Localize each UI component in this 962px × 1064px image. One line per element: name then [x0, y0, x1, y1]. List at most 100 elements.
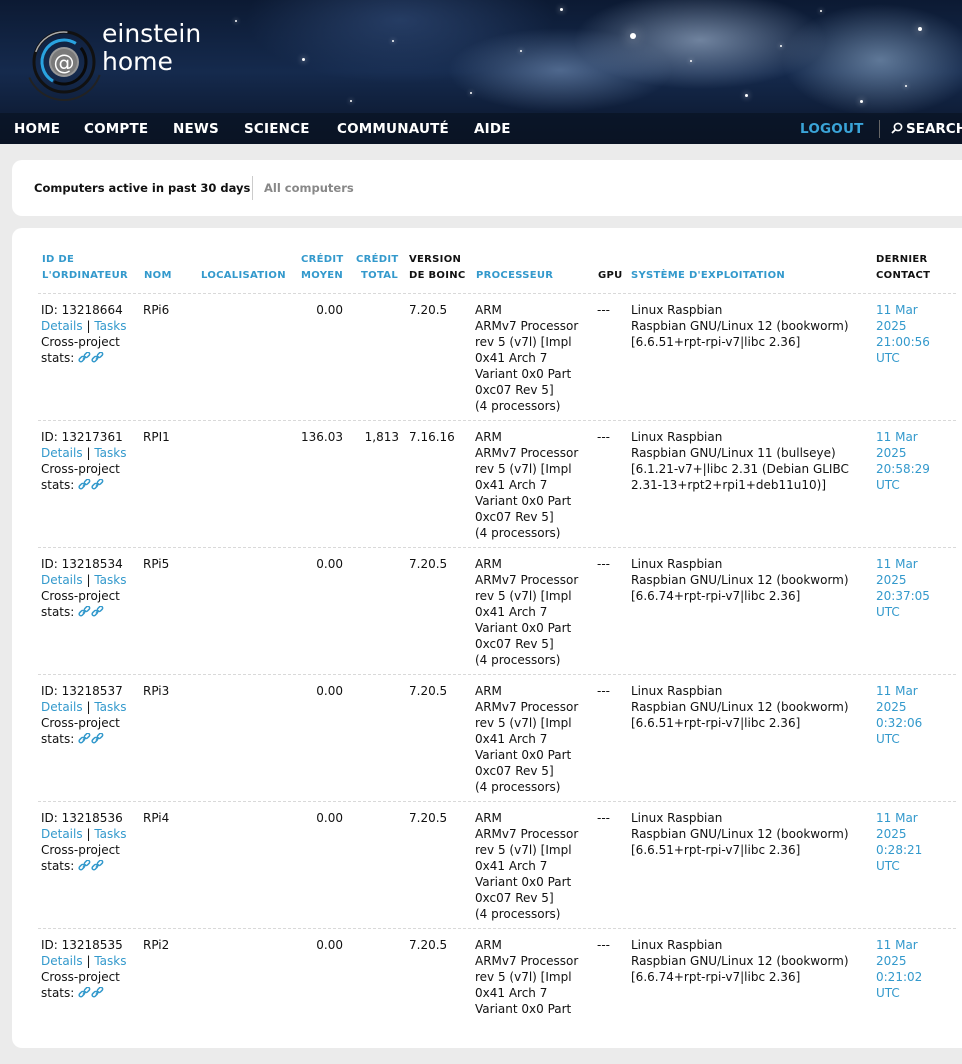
computer-name[interactable]: RPi3 — [143, 683, 169, 699]
logo-wordmark: einstein home — [102, 20, 201, 76]
col-header-id[interactable]: ID DE L'ORDINATEUR — [42, 252, 128, 284]
stats-link-icon[interactable] — [78, 605, 91, 619]
last-contact-line: 11 Mar — [876, 938, 918, 952]
computer-name[interactable]: RPi6 — [143, 302, 169, 318]
tasks-link[interactable]: Tasks — [94, 446, 126, 460]
star-decoration — [560, 8, 563, 11]
processor-line: ARMv7 Processor — [475, 700, 579, 714]
cross-project-label-stats: stats: — [41, 859, 75, 873]
computer-id: ID: 13218535 — [41, 938, 123, 952]
processor-info: ARM ARMv7 Processor rev 5 (v7l) [Impl 0x41 … — [475, 429, 578, 541]
last-contact-line: UTC — [876, 605, 900, 619]
details-link[interactable]: Details — [41, 319, 83, 333]
details-link[interactable]: Details — [41, 573, 83, 587]
col-header-name[interactable]: NOM — [144, 268, 172, 284]
col-header-total-credit[interactable]: CRÉDIT TOTAL — [356, 252, 398, 284]
last-contact-line: 11 Mar — [876, 430, 918, 444]
avg-credit: 0.00 — [316, 938, 343, 952]
tasks-link[interactable]: Tasks — [94, 573, 126, 587]
details-link[interactable]: Details — [41, 827, 83, 841]
stats-link-icon[interactable] — [91, 605, 104, 619]
details-link[interactable]: Details — [41, 446, 83, 460]
processor-line: 0x41 Arch 7 — [475, 732, 548, 746]
processor-info: ARM ARMv7 Processor rev 5 (v7l) [Impl 0x41 … — [475, 937, 578, 1017]
last-contact-line: 20:58:29 — [876, 462, 930, 476]
os-line: Linux Raspbian — [631, 557, 723, 571]
col-header-boinc-version: VERSION DE BOINC — [409, 252, 466, 284]
star-decoration — [905, 85, 907, 87]
stats-link-icon[interactable] — [78, 986, 91, 1000]
tab-all-computers[interactable]: All computers — [264, 181, 354, 195]
stats-link-icon[interactable] — [78, 478, 91, 492]
computer-id: ID: 13218537 — [41, 684, 123, 698]
nav-science[interactable]: SCIENCE — [244, 121, 310, 137]
cross-project-label: Cross-project — [41, 335, 120, 349]
tab-active-computers[interactable]: Computers active in past 30 days — [34, 181, 250, 195]
tasks-link[interactable]: Tasks — [94, 700, 126, 714]
cross-project-label: Cross-project — [41, 589, 120, 603]
processor-line: 0x41 Arch 7 — [475, 986, 548, 1000]
os-line: Raspbian GNU/Linux 12 (bookworm) — [631, 954, 849, 968]
nav-compte[interactable]: COMPTE — [84, 121, 148, 137]
col-header-location[interactable]: LOCALISATION — [201, 268, 286, 284]
details-link[interactable]: Details — [41, 700, 83, 714]
nav-aide[interactable]: AIDE — [474, 121, 511, 137]
logo-word-einstein: einstein — [102, 19, 202, 48]
computer-name[interactable]: RPi4 — [143, 810, 169, 826]
last-contact-line: UTC — [876, 732, 900, 746]
computer-name[interactable]: RPi2 — [143, 937, 169, 953]
avg-credit: 0.00 — [316, 811, 343, 825]
col-header-avg-credit[interactable]: CRÉDIT MOYEN — [301, 252, 343, 284]
stats-link-icon[interactable] — [78, 859, 91, 873]
stats-link-icon[interactable] — [91, 732, 104, 746]
last-contact-line: 11 Mar — [876, 811, 918, 825]
os-line: [6.6.51+rpt-rpi-v7|libc 2.36] — [631, 843, 801, 857]
tasks-link[interactable]: Tasks — [94, 827, 126, 841]
search-link[interactable]: SEARCH — [891, 121, 962, 137]
star-decoration — [302, 58, 305, 61]
gpu-info: --- — [597, 430, 610, 444]
stats-link-icon[interactable] — [91, 478, 104, 492]
processor-info: ARM ARMv7 Processor rev 5 (v7l) [Impl 0x41 … — [475, 556, 578, 668]
avg-credit: 0.00 — [316, 684, 343, 698]
processor-line: rev 5 (v7l) [Impl — [475, 843, 572, 857]
computer-id-cell: ID: 13217361 Details | Tasks Cross-project… — [41, 429, 126, 493]
col-header-os[interactable]: SYSTÈME D'EXPLOITATION — [631, 268, 785, 284]
site-logo[interactable]: @ einstein home — [20, 8, 201, 108]
nav-home[interactable]: HOME — [14, 121, 60, 137]
processor-line: 0x41 Arch 7 — [475, 351, 548, 365]
gpu-info: --- — [597, 684, 610, 698]
cross-project-label: Cross-project — [41, 843, 120, 857]
star-decoration — [630, 33, 636, 39]
os-line: Linux Raspbian — [631, 303, 723, 317]
table-row: ID: 13218664 Details | Tasks Cross-project… — [12, 302, 962, 429]
link-divider: | — [86, 573, 91, 587]
processor-line: 0xc07 Rev 5] — [475, 891, 554, 905]
nav-communaute[interactable]: COMMUNAUTÉ — [337, 121, 449, 137]
link-divider: | — [86, 319, 91, 333]
stats-link-icon[interactable] — [91, 351, 104, 365]
gpu-info: --- — [597, 557, 610, 571]
processor-line: (4 processors) — [475, 526, 561, 540]
stats-link-icon[interactable] — [91, 859, 104, 873]
nav-news[interactable]: NEWS — [173, 121, 219, 137]
details-link[interactable]: Details — [41, 954, 83, 968]
computer-name[interactable]: RPi5 — [143, 556, 169, 572]
star-decoration — [520, 50, 522, 52]
tasks-link[interactable]: Tasks — [94, 319, 126, 333]
link-divider: | — [86, 954, 91, 968]
logout-link[interactable]: LOGOUT — [800, 121, 864, 137]
tasks-link[interactable]: Tasks — [94, 954, 126, 968]
cross-project-label: Cross-project — [41, 716, 120, 730]
stats-link-icon[interactable] — [78, 732, 91, 746]
stats-link-icon[interactable] — [78, 351, 91, 365]
boinc-version: 7.20.5 — [409, 303, 448, 317]
last-contact: 11 Mar 2025 0:21:02 UTC — [876, 937, 922, 1001]
processor-line: ARMv7 Processor — [475, 573, 579, 587]
col-header-processor[interactable]: PROCESSEUR — [476, 268, 553, 284]
stats-link-icon[interactable] — [91, 986, 104, 1000]
processor-line: rev 5 (v7l) [Impl — [475, 589, 572, 603]
computer-name[interactable]: RPI1 — [143, 429, 170, 445]
boinc-version: 7.20.5 — [409, 557, 448, 571]
row-separator — [38, 420, 956, 421]
